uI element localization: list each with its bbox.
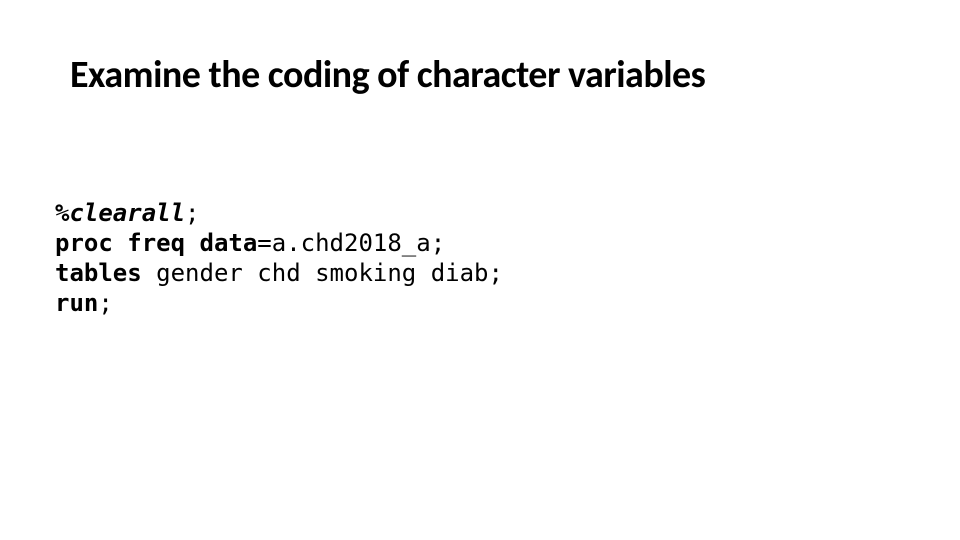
semicolon: ; [98, 289, 112, 317]
semicolon: ; [185, 199, 199, 227]
code-line-4: run; [55, 288, 503, 318]
proc-freq-keyword: proc freq [55, 229, 185, 257]
slide-title: Examine the coding of character variable… [70, 52, 705, 98]
data-value: =a.chd2018_a; [257, 229, 445, 257]
macro-call: %clearall [55, 199, 185, 227]
run-keyword: run [55, 289, 98, 317]
code-line-2: proc freq data=a.chd2018_a; [55, 228, 503, 258]
code-line-1: %clearall; [55, 198, 503, 228]
data-keyword: data [200, 229, 258, 257]
code-line-3: tables gender chd smoking diab; [55, 258, 503, 288]
space [185, 229, 199, 257]
tables-vars: gender chd smoking diab; [142, 259, 503, 287]
tables-keyword: tables [55, 259, 142, 287]
code-block: %clearall; proc freq data=a.chd2018_a; t… [55, 198, 503, 318]
